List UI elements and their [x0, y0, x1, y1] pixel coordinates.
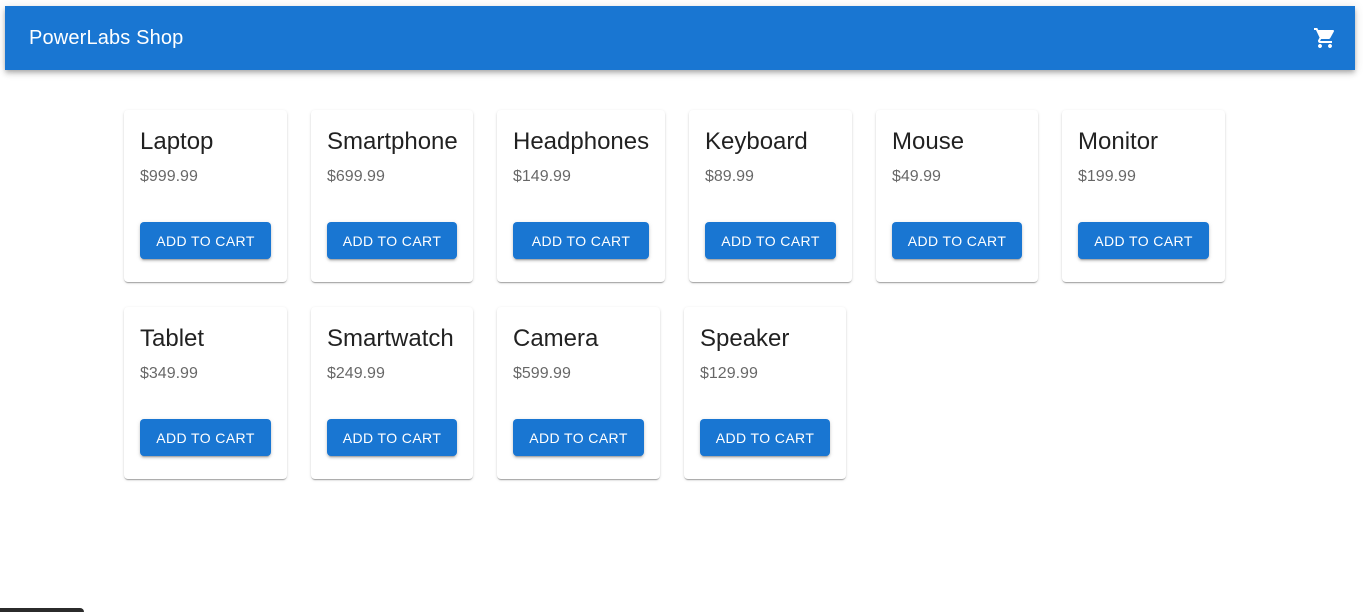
add-to-cart-button[interactable]: ADD TO CART [513, 419, 644, 456]
product-name: Keyboard [705, 128, 808, 155]
product-card: Mouse $49.99 ADD TO CART [876, 110, 1038, 282]
product-price: $249.99 [327, 365, 385, 382]
add-to-cart-button[interactable]: ADD TO CART [700, 419, 830, 456]
product-card: Smartphone $699.99 ADD TO CART [311, 110, 473, 282]
product-price: $89.99 [705, 168, 754, 185]
product-card: Speaker $129.99 ADD TO CART [684, 307, 846, 479]
add-to-cart-button[interactable]: ADD TO CART [705, 222, 836, 259]
product-name: Smartphone [327, 128, 458, 155]
product-name: Laptop [140, 128, 214, 155]
product-price: $149.99 [513, 168, 571, 185]
add-to-cart-button[interactable]: ADD TO CART [892, 222, 1022, 259]
add-to-cart-button[interactable]: ADD TO CART [327, 419, 457, 456]
product-price: $349.99 [140, 365, 198, 382]
add-to-cart-button[interactable]: ADD TO CART [140, 419, 271, 456]
product-name: Camera [513, 325, 599, 352]
product-name: Monitor [1078, 128, 1159, 155]
add-to-cart-button[interactable]: ADD TO CART [327, 222, 457, 259]
shop-title: PowerLabs Shop [29, 26, 184, 49]
add-to-cart-button[interactable]: ADD TO CART [513, 222, 649, 259]
product-price: $199.99 [1078, 168, 1136, 185]
product-price: $599.99 [513, 365, 571, 382]
product-card: Camera $599.99 ADD TO CART [497, 307, 660, 479]
product-price: $999.99 [140, 168, 198, 185]
product-card: Smartwatch $249.99 ADD TO CART [311, 307, 473, 479]
shopping-cart-icon [1314, 28, 1335, 48]
product-price: $129.99 [700, 365, 758, 382]
app-bar: PowerLabs Shop [5, 6, 1355, 70]
product-card: Tablet $349.99 ADD TO CART [124, 307, 287, 479]
product-name: Headphones [513, 128, 650, 155]
product-name: Tablet [140, 325, 205, 352]
product-card: Keyboard $89.99 ADD TO CART [689, 110, 852, 282]
product-name: Mouse [892, 128, 965, 155]
product-price: $699.99 [327, 168, 385, 185]
cart-button[interactable] [1305, 18, 1345, 58]
add-to-cart-button[interactable]: ADD TO CART [1078, 222, 1209, 259]
product-name: Speaker [700, 325, 790, 352]
product-card: Laptop $999.99 ADD TO CART [124, 110, 287, 282]
bottom-edge-element [0, 608, 84, 612]
product-price: $49.99 [892, 168, 941, 185]
product-name: Smartwatch [327, 325, 454, 352]
product-card: Monitor $199.99 ADD TO CART [1062, 110, 1225, 282]
product-card: Headphones $149.99 ADD TO CART [497, 110, 665, 282]
add-to-cart-button[interactable]: ADD TO CART [140, 222, 271, 259]
